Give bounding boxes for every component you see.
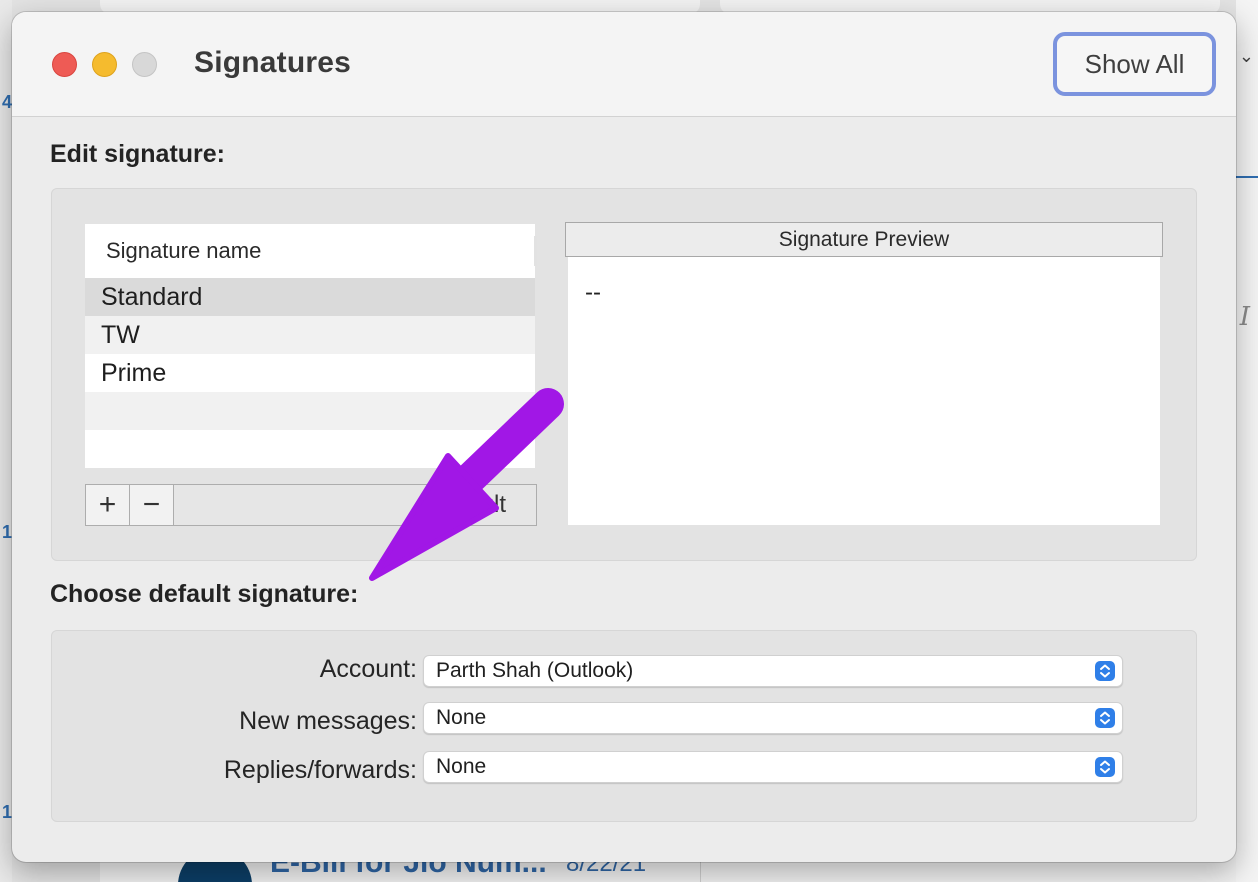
italic-icon: I — [1239, 302, 1250, 332]
zoom-button[interactable] — [132, 52, 157, 77]
replies-forwards-label: Replies/forwards: — [223, 756, 417, 784]
signature-preview-text: -- — [585, 279, 601, 306]
up-down-chevron-icon — [1095, 661, 1115, 681]
signature-item-standard[interactable]: Standard — [85, 278, 535, 316]
background-count: 4 — [2, 92, 13, 112]
default-button-label[interactable]: ult — [481, 491, 506, 519]
background-divider — [1236, 176, 1258, 178]
account-value: Parth Shah (Outlook) — [436, 659, 634, 682]
signature-rows: Standard TW Prime — [85, 278, 535, 468]
up-down-chevron-icon — [1095, 757, 1115, 777]
account-label: Account: — [319, 655, 417, 683]
column-divider — [534, 236, 537, 266]
chevron-down-icon: ⌄ — [1238, 46, 1254, 66]
show-all-button[interactable]: Show All — [1053, 32, 1216, 96]
empty-row — [85, 430, 535, 468]
signature-list-toolbar: + − ult — [85, 484, 537, 526]
background-count: 1 — [2, 802, 13, 822]
signature-item-tw[interactable]: TW — [85, 316, 535, 354]
new-messages-select[interactable]: None — [423, 702, 1123, 734]
toolbar-spacer: ult — [174, 485, 536, 525]
title-bar: Signatures Show All — [12, 12, 1236, 117]
add-signature-button[interactable]: + — [86, 485, 130, 525]
up-down-chevron-icon — [1095, 708, 1115, 728]
choose-default-heading: Choose default signature: — [50, 580, 359, 608]
signature-name-column-header[interactable]: Signature name — [85, 224, 535, 278]
close-button[interactable] — [52, 52, 77, 77]
edit-signature-heading: Edit signature: — [50, 140, 226, 168]
replies-forwards-select[interactable]: None — [423, 751, 1123, 783]
account-select[interactable]: Parth Shah (Outlook) — [423, 655, 1123, 687]
background-right-pane — [1236, 0, 1258, 882]
signature-item-prime[interactable]: Prime — [85, 354, 535, 392]
minimize-button[interactable] — [92, 52, 117, 77]
signature-preview-header: Signature Preview — [565, 222, 1163, 257]
background-count: 1 — [2, 522, 13, 542]
new-messages-value: None — [436, 706, 487, 729]
replies-forwards-value: None — [436, 755, 487, 778]
remove-signature-button[interactable]: − — [130, 485, 174, 525]
signature-preview-editor[interactable]: -- — [568, 257, 1160, 525]
signatures-window: Signatures Show All Edit signature: Sign… — [12, 12, 1236, 862]
window-title: Signatures — [194, 46, 352, 79]
background-sidebar — [0, 0, 12, 882]
empty-row — [85, 392, 535, 430]
new-messages-label: New messages: — [239, 707, 417, 735]
signature-list: Signature name Standard TW Prime + − ult — [85, 224, 537, 526]
